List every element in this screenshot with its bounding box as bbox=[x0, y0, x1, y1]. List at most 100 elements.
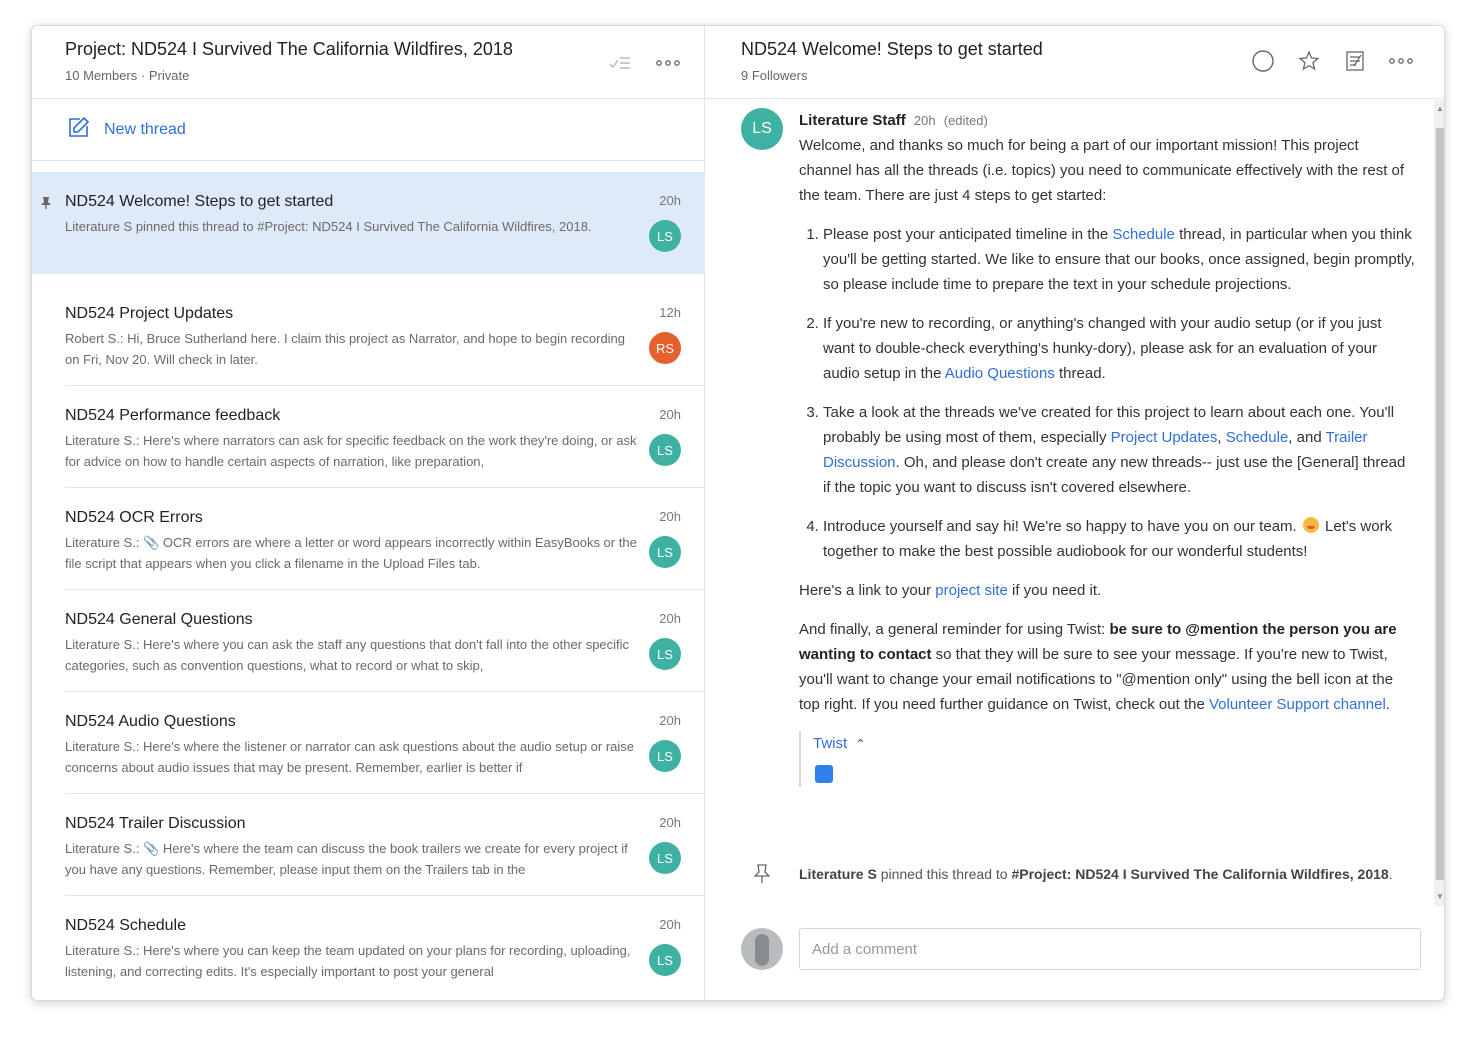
avatar: RS bbox=[649, 332, 681, 364]
collapse-caret-icon[interactable]: ⌃ bbox=[855, 737, 865, 751]
avatar: LS bbox=[649, 638, 681, 670]
step-2: If you're new to recording, or anything'… bbox=[823, 311, 1415, 386]
step-text: thread. bbox=[1054, 365, 1106, 382]
thread-list: ND524 Welcome! Steps to get started 20h … bbox=[32, 172, 705, 998]
project-header: Project: ND524 I Survived The California… bbox=[32, 26, 705, 99]
thread-preview: Literature S.: 📎 Here's where the team c… bbox=[65, 841, 628, 877]
thread-title: ND524 General Questions bbox=[65, 611, 253, 628]
edited-label: (edited) bbox=[943, 113, 988, 128]
avatar bbox=[741, 928, 783, 970]
thread-item[interactable]: ND524 Trailer Discussion 20h Literature … bbox=[32, 794, 705, 896]
avatar: LS bbox=[649, 536, 681, 568]
step-text: . Oh, and please don't create any new th… bbox=[823, 454, 1406, 496]
pin-icon bbox=[753, 864, 771, 889]
audio-questions-link[interactable]: Audio Questions bbox=[945, 365, 1055, 382]
project-updates-link[interactable]: Project Updates bbox=[1111, 429, 1218, 446]
thread-preview: Robert S.: Hi, Bruce Sutherland here. I … bbox=[65, 331, 626, 367]
scroll-down-arrow-icon[interactable]: ▼ bbox=[1436, 892, 1444, 902]
project-title: Project: ND524 I Survived The California… bbox=[65, 39, 513, 59]
message-author[interactable]: Literature Staff bbox=[799, 112, 906, 129]
pin-author: Literature S bbox=[799, 866, 877, 882]
project-meta: 10 Members · Private bbox=[65, 68, 189, 83]
thread-item[interactable]: ND524 Performance feedback 20h Literatur… bbox=[32, 386, 705, 488]
thread-item[interactable]: ND524 Schedule 20h Literature S.: Here's… bbox=[32, 896, 705, 998]
new-thread-label: New thread bbox=[104, 120, 186, 138]
thread-view-title: ND524 Welcome! Steps to get started bbox=[741, 39, 1043, 59]
mark-all-read-icon[interactable] bbox=[607, 50, 633, 76]
thread-item[interactable]: ND524 General Questions 20h Literature S… bbox=[32, 590, 705, 692]
more-options-icon[interactable] bbox=[1388, 48, 1414, 74]
avatar[interactable]: LS bbox=[741, 108, 783, 150]
new-thread-button[interactable]: New thread bbox=[32, 99, 705, 161]
final-reminder: And finally, a general reminder for usin… bbox=[799, 617, 1415, 717]
scroll-thumb[interactable] bbox=[1436, 128, 1444, 880]
step-text: , bbox=[1217, 429, 1226, 446]
compose-icon bbox=[68, 116, 90, 143]
thread-time: 20h bbox=[659, 407, 681, 422]
text: Here's a link to your bbox=[799, 582, 936, 599]
message-time: 20h bbox=[913, 113, 936, 128]
thread-preview: Literature S.: 📎 OCR errors are where a … bbox=[65, 535, 637, 571]
attachment-title[interactable]: Twist bbox=[813, 735, 847, 752]
step-text: Introduce yourself and say hi! We're so … bbox=[823, 518, 1301, 535]
message-intro: Welcome, and thanks so much for being a … bbox=[799, 137, 1405, 204]
pin-destination: #Project: ND524 I Survived The Californi… bbox=[1011, 866, 1389, 882]
message: Literature Staff 20h (edited) Welcome, a… bbox=[799, 108, 1415, 787]
project-site-link[interactable]: project site bbox=[935, 582, 1008, 599]
text: And finally, a general reminder for usin… bbox=[799, 621, 1110, 638]
thread-preview: Literature S.: Here's where narrators ca… bbox=[65, 433, 637, 469]
star-icon[interactable] bbox=[1296, 48, 1322, 74]
avatar: LS bbox=[649, 434, 681, 466]
avatar: LS bbox=[649, 740, 681, 772]
text: . bbox=[1385, 696, 1390, 713]
thread-title: ND524 OCR Errors bbox=[65, 509, 203, 526]
thread-time: 20h bbox=[659, 509, 681, 524]
thread-title: ND524 Trailer Discussion bbox=[65, 815, 246, 832]
pin-icon bbox=[40, 196, 52, 215]
thread-title: ND524 Audio Questions bbox=[65, 713, 236, 730]
mark-done-circle-icon[interactable] bbox=[1250, 48, 1276, 74]
thread-header: ND524 Welcome! Steps to get started 9 Fo… bbox=[706, 26, 1444, 99]
thread-actions bbox=[1250, 48, 1414, 74]
link-attachment: Twist ⌃ bbox=[799, 731, 1415, 787]
thread-item[interactable]: ND524 Audio Questions 20h Literature S.:… bbox=[32, 692, 705, 794]
schedule-link[interactable]: Schedule bbox=[1226, 429, 1289, 446]
thread-item[interactable]: ND524 Project Updates 12h Robert S.: Hi,… bbox=[32, 284, 705, 386]
thread-time: 20h bbox=[659, 713, 681, 728]
thread-title: ND524 Welcome! Steps to get started bbox=[65, 193, 334, 210]
project-site-line: Here's a link to your project site if yo… bbox=[799, 578, 1415, 603]
followers-count[interactable]: 9 Followers bbox=[741, 68, 807, 83]
thread-preview: Literature S.: Here's where you can keep… bbox=[65, 943, 631, 979]
comment-composer bbox=[706, 906, 1444, 1000]
thread-preview: Literature S pinned this thread to #Proj… bbox=[65, 219, 592, 234]
message-header: Literature Staff 20h (edited) bbox=[799, 108, 1415, 133]
step-3: Take a look at the threads we've created… bbox=[823, 400, 1415, 500]
pin-event: Literature S pinned this thread to #Proj… bbox=[799, 864, 1415, 884]
thread-preview: Literature S.: Here's where the listener… bbox=[65, 739, 635, 775]
notes-icon[interactable] bbox=[1342, 48, 1368, 74]
thread-view-pane: ND524 Welcome! Steps to get started 9 Fo… bbox=[706, 26, 1444, 1000]
schedule-link[interactable]: Schedule bbox=[1112, 226, 1175, 243]
thread-content: LS Literature Staff 20h (edited) Welcome… bbox=[706, 100, 1444, 906]
steps-list: Please post your anticipated timeline in… bbox=[799, 222, 1415, 564]
app-window: Project: ND524 I Survived The California… bbox=[31, 25, 1445, 1001]
more-options-icon[interactable] bbox=[655, 50, 681, 76]
smile-emoji-icon bbox=[1302, 517, 1319, 533]
thread-item[interactable]: ND524 OCR Errors 20h Literature S.: 📎 OC… bbox=[32, 488, 705, 590]
text: if you need it. bbox=[1007, 582, 1102, 599]
thread-preview: Literature S.: Here's where you can ask … bbox=[65, 637, 630, 673]
meta-separator: · bbox=[140, 68, 146, 83]
avatar: LS bbox=[649, 842, 681, 874]
thread-item[interactable]: ND524 Welcome! Steps to get started 20h … bbox=[32, 172, 705, 274]
scroll-up-arrow-icon[interactable]: ▲ bbox=[1436, 104, 1444, 114]
volunteer-support-link[interactable]: Volunteer Support channel bbox=[1209, 696, 1386, 713]
text: . bbox=[1388, 866, 1393, 882]
thread-time: 20h bbox=[659, 193, 681, 208]
avatar: LS bbox=[649, 944, 681, 976]
members-count[interactable]: 10 Members bbox=[65, 68, 137, 83]
privacy-label: Private bbox=[148, 68, 190, 83]
scrollbar[interactable]: ▲ ▼ bbox=[1434, 100, 1444, 906]
comment-input[interactable] bbox=[799, 928, 1421, 970]
twist-logo-icon bbox=[815, 765, 833, 783]
thread-title: ND524 Schedule bbox=[65, 917, 186, 934]
